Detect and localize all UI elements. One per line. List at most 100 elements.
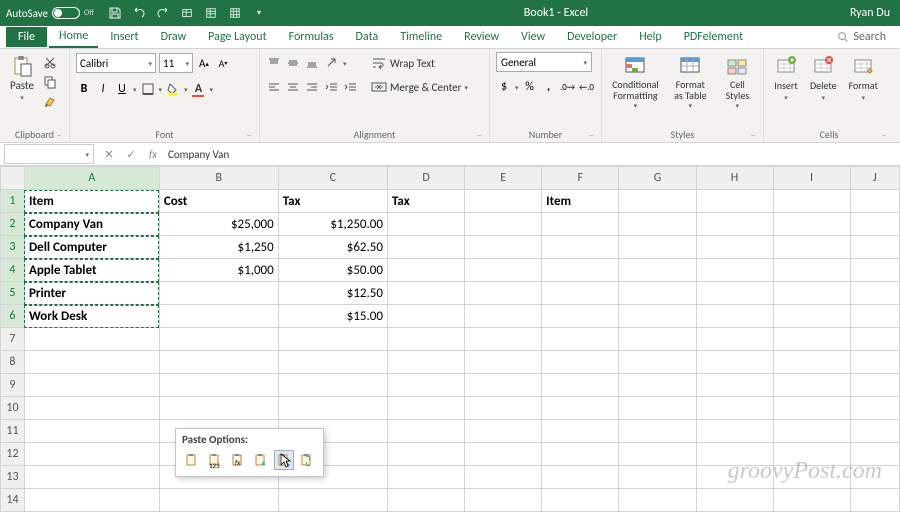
underline-button[interactable]: U (114, 81, 130, 97)
qat-icon-2[interactable] (204, 6, 218, 20)
cell[interactable] (24, 420, 159, 443)
cell[interactable] (696, 236, 773, 259)
cell[interactable] (850, 328, 900, 351)
cell[interactable] (159, 328, 278, 351)
cell[interactable] (542, 443, 619, 466)
row-header[interactable]: 2 (1, 213, 25, 236)
chevron-down-icon[interactable]: ▾ (515, 83, 519, 92)
cell[interactable] (24, 374, 159, 397)
cell[interactable] (465, 443, 542, 466)
paste-option-formulas[interactable]: fx (228, 450, 248, 470)
cell[interactable] (465, 489, 542, 512)
cell[interactable] (696, 305, 773, 328)
paste-button[interactable]: Paste ▾ (6, 52, 38, 104)
cell[interactable] (619, 259, 696, 282)
cell[interactable] (465, 305, 542, 328)
tab-help[interactable]: Help (629, 27, 672, 47)
cell[interactable] (542, 420, 619, 443)
user-name[interactable]: Ryan Du (846, 6, 894, 20)
cell[interactable]: Tax (387, 190, 464, 213)
paste-option-transpose[interactable] (251, 450, 271, 470)
cell[interactable]: $1,250.00 (278, 213, 387, 236)
cell-styles-button[interactable]: Cell Styles▾ (718, 52, 757, 112)
cell[interactable]: $25,000 (159, 213, 278, 236)
cell[interactable]: $1,000 (159, 259, 278, 282)
col-header[interactable]: D (387, 167, 464, 190)
cell[interactable]: Printer (24, 282, 159, 305)
col-header[interactable]: G (619, 167, 696, 190)
cell[interactable] (542, 351, 619, 374)
align-left-icon[interactable] (266, 79, 282, 95)
tab-home[interactable]: Home (49, 26, 98, 48)
cell[interactable] (773, 351, 850, 374)
cell[interactable] (850, 420, 900, 443)
col-header[interactable]: B (159, 167, 278, 190)
cell[interactable] (387, 282, 464, 305)
qat-icon-3[interactable] (228, 6, 242, 20)
font-color-icon[interactable]: A (191, 81, 207, 97)
cell[interactable]: Company Van (24, 213, 159, 236)
decrease-indent-icon[interactable] (324, 79, 340, 95)
tab-timeline[interactable]: Timeline (390, 27, 452, 47)
cell[interactable] (465, 328, 542, 351)
cell[interactable] (387, 236, 464, 259)
row-header[interactable]: 7 (1, 328, 25, 351)
cell[interactable] (465, 420, 542, 443)
cell[interactable]: Cost (159, 190, 278, 213)
tab-data[interactable]: Data (346, 27, 389, 47)
name-box[interactable]: ▾ (4, 144, 94, 164)
row-header[interactable]: 13 (1, 466, 25, 489)
cell[interactable] (773, 259, 850, 282)
cell[interactable] (387, 443, 464, 466)
fx-icon[interactable]: fx (142, 148, 164, 161)
col-header[interactable]: E (465, 167, 542, 190)
cell[interactable] (159, 397, 278, 420)
chevron-down-icon[interactable]: ▾ (184, 85, 188, 94)
conditional-formatting-button[interactable]: Conditional Formatting▾ (608, 52, 663, 112)
cell[interactable] (696, 190, 773, 213)
cell[interactable] (696, 351, 773, 374)
cell[interactable]: Item (24, 190, 159, 213)
row-header[interactable]: 10 (1, 397, 25, 420)
chevron-down-icon[interactable]: ▾ (133, 85, 137, 94)
cell[interactable] (619, 466, 696, 489)
cell[interactable] (773, 305, 850, 328)
cell[interactable] (850, 305, 900, 328)
row-header[interactable]: 1 (1, 190, 25, 213)
copy-icon[interactable] (42, 74, 58, 90)
cell[interactable] (773, 374, 850, 397)
align-right-icon[interactable] (304, 79, 320, 95)
paste-option-formatting[interactable] (274, 450, 294, 470)
select-all-corner[interactable] (1, 167, 25, 190)
save-icon[interactable] (108, 6, 122, 20)
cell[interactable] (159, 351, 278, 374)
cell[interactable] (619, 397, 696, 420)
cell[interactable] (542, 213, 619, 236)
cell[interactable] (542, 466, 619, 489)
cell[interactable] (619, 282, 696, 305)
cell[interactable] (24, 351, 159, 374)
cell[interactable]: $50.00 (278, 259, 387, 282)
increase-indent-icon[interactable] (343, 79, 359, 95)
cell[interactable] (278, 351, 387, 374)
cell[interactable] (696, 282, 773, 305)
cell[interactable]: Item (542, 190, 619, 213)
cell[interactable] (542, 397, 619, 420)
row-header[interactable]: 5 (1, 282, 25, 305)
cell[interactable] (850, 236, 900, 259)
cell[interactable] (465, 466, 542, 489)
search-box[interactable]: Search (829, 30, 894, 44)
cell[interactable] (542, 282, 619, 305)
cell[interactable] (619, 374, 696, 397)
cell[interactable] (465, 282, 542, 305)
chevron-down-icon[interactable]: ▾ (159, 85, 163, 94)
row-header[interactable]: 6 (1, 305, 25, 328)
cell[interactable] (387, 466, 464, 489)
increase-decimal-icon[interactable]: .0→ (560, 79, 576, 95)
wrap-text-button[interactable]: Wrap Text (369, 52, 470, 74)
font-name-select[interactable]: Calibri▾ (76, 53, 156, 73)
cell[interactable] (465, 236, 542, 259)
cell[interactable] (465, 213, 542, 236)
cell[interactable]: Apple Tablet (24, 259, 159, 282)
cell[interactable] (619, 443, 696, 466)
